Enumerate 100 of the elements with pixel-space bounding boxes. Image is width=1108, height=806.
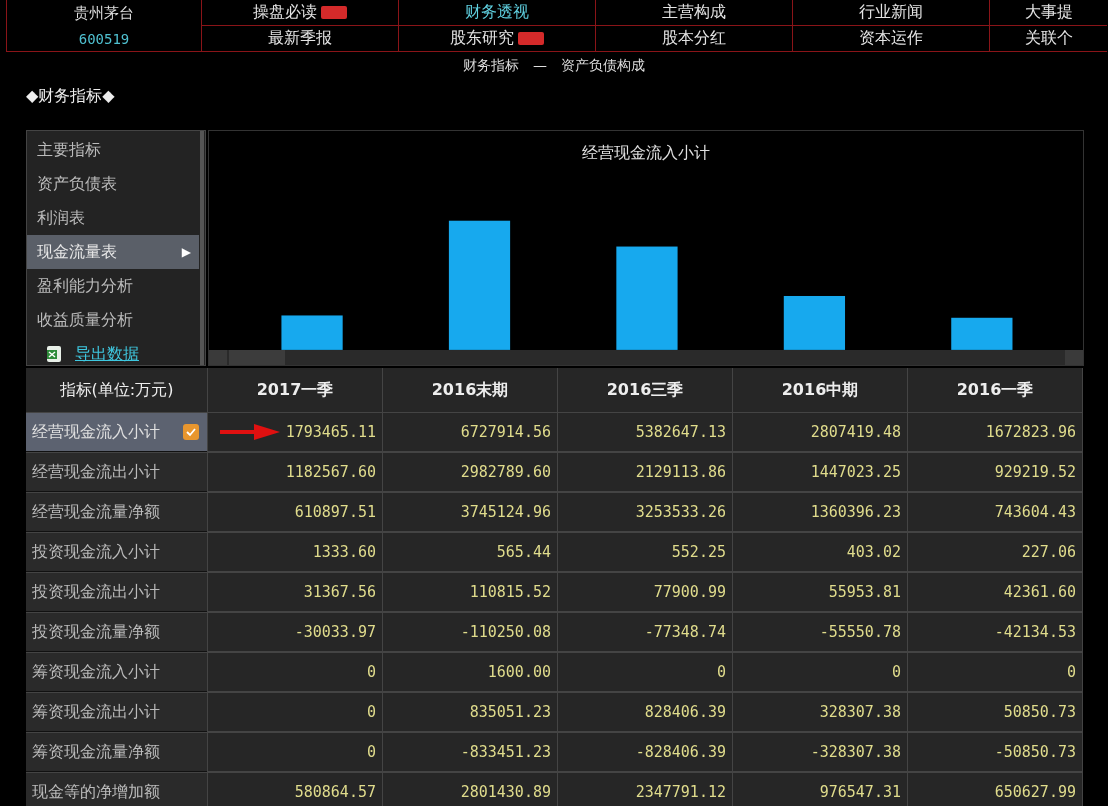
nav-tab[interactable]: 大事提 xyxy=(1024,2,1073,23)
row-label[interactable]: 筹资现金流量净额 xyxy=(26,733,207,772)
column-header: 2016中期 xyxy=(733,368,907,412)
table-cell: 2801430.89 xyxy=(460,783,551,801)
sidebar-item[interactable]: 资产负债表 xyxy=(27,167,199,201)
column-header: 2016一季 xyxy=(908,368,1082,412)
table-cell: 1672823.96 xyxy=(985,423,1076,441)
scroll-button[interactable] xyxy=(1065,349,1083,365)
table-cell: 0 xyxy=(891,663,901,681)
row-label-text: 筹资现金流出小计 xyxy=(32,701,160,723)
row-label[interactable]: 经营现金流出小计 xyxy=(26,453,207,492)
table-cell: 403.02 xyxy=(846,543,901,561)
row-label[interactable]: 投资现金流量净额 xyxy=(26,613,207,652)
table-cell: 2807419.48 xyxy=(810,423,901,441)
nav-tab[interactable]: 股东研究 xyxy=(450,28,544,49)
row-label[interactable]: 现金等的净增加额 xyxy=(26,773,207,806)
table-cell: -828406.39 xyxy=(635,743,726,761)
sidebar-item[interactable]: 现金流量表 ▶ xyxy=(27,235,199,269)
chart-bar xyxy=(783,295,846,350)
row-label-text: 投资现金流出小计 xyxy=(32,581,160,603)
table-cell: 828406.39 xyxy=(644,703,726,721)
table-cell: 1447023.25 xyxy=(810,463,901,481)
scroll-button[interactable] xyxy=(209,349,227,365)
table-cell: 1360396.23 xyxy=(810,503,901,521)
table-cell: 227.06 xyxy=(1021,543,1076,561)
table-cell: 31367.56 xyxy=(303,583,376,601)
table-cell: 0 xyxy=(366,703,376,721)
table-cell: 0 xyxy=(716,663,726,681)
table-cell: 77900.99 xyxy=(653,583,726,601)
table-cell: -30033.97 xyxy=(294,623,376,641)
table-cell: 743604.43 xyxy=(994,503,1076,521)
table-cell: -42134.53 xyxy=(994,623,1076,641)
table-cell: 0 xyxy=(366,663,376,681)
page-subtitle: 财务指标 — 资产负债构成 xyxy=(462,56,646,75)
sidebar-item[interactable]: 盈利能力分析 xyxy=(27,269,199,303)
table-cell: 2129113.86 xyxy=(635,463,726,481)
badge-icon xyxy=(321,6,347,19)
row-label-text: 经营现金流出小计 xyxy=(32,461,160,483)
table-cell: 6727914.56 xyxy=(460,423,551,441)
table-cell: 328307.38 xyxy=(819,703,901,721)
spreadsheet-icon xyxy=(45,345,63,363)
row-label-text: 投资现金流入小计 xyxy=(32,541,160,563)
table-cell: 1793465.11 xyxy=(285,423,376,441)
table-cell: -110250.08 xyxy=(460,623,551,641)
table-cell: -77348.74 xyxy=(644,623,726,641)
table-cell: 1600.00 xyxy=(487,663,551,681)
table-cell: 580864.57 xyxy=(294,783,376,801)
sidebar-item[interactable]: 利润表 xyxy=(27,201,199,235)
row-label[interactable]: 筹资现金流入小计 xyxy=(26,653,207,692)
table-cell: 3253533.26 xyxy=(635,503,726,521)
sidebar-item[interactable]: 主要指标 xyxy=(27,133,199,167)
nav-tab[interactable]: 主营构成 xyxy=(662,2,726,23)
table-cell: 2982789.60 xyxy=(460,463,551,481)
table-cell: 610897.51 xyxy=(294,503,376,521)
nav-tab[interactable]: 股本分红 xyxy=(662,28,726,49)
table-cell: 929219.52 xyxy=(994,463,1076,481)
row-label[interactable]: 经营现金流入小计 xyxy=(26,413,207,452)
column-header: 指标(单位:万元) xyxy=(26,368,207,412)
nav-tab[interactable]: 关联个 xyxy=(1024,28,1073,49)
table-cell: 42361.60 xyxy=(1003,583,1076,601)
nav-tab[interactable]: 最新季报 xyxy=(268,28,332,49)
chart-title: 经营现金流入小计 xyxy=(581,142,711,164)
scroll-thumb[interactable] xyxy=(229,349,285,365)
row-label[interactable]: 经营现金流量净额 xyxy=(26,493,207,532)
chart-bar xyxy=(951,317,1013,350)
table-cell: 976547.31 xyxy=(819,783,901,801)
table-cell: -55550.78 xyxy=(819,623,901,641)
table-cell: -328307.38 xyxy=(810,743,901,761)
nav-tab[interactable]: 操盘必读 xyxy=(253,2,347,23)
row-label-text: 投资现金流量净额 xyxy=(32,621,160,643)
column-header: 2016末期 xyxy=(383,368,557,412)
row-label[interactable]: 投资现金流出小计 xyxy=(26,573,207,612)
section-title: ◆财务指标◆ xyxy=(25,85,116,107)
table-cell: 552.25 xyxy=(671,543,726,561)
table-cell: 650627.99 xyxy=(994,783,1076,801)
badge-icon xyxy=(518,32,544,45)
table-cell: 1333.60 xyxy=(312,543,376,561)
row-label-text: 经营现金流量净额 xyxy=(32,501,160,523)
nav-tab[interactable]: 行业新闻 xyxy=(859,2,923,23)
table-cell: 110815.52 xyxy=(469,583,551,601)
scrollbar[interactable] xyxy=(200,131,204,365)
nav-tab[interactable]: 资本运作 xyxy=(859,28,923,49)
row-label[interactable]: 筹资现金流出小计 xyxy=(26,693,207,732)
table-cell: 55953.81 xyxy=(828,583,901,601)
table-cell: 3745124.96 xyxy=(460,503,551,521)
scrollbar[interactable] xyxy=(209,349,1083,365)
table-cell: -833451.23 xyxy=(460,743,551,761)
row-label-text: 筹资现金流量净额 xyxy=(32,741,160,763)
column-header: 2016三季 xyxy=(558,368,732,412)
stock-name: 贵州茅台 xyxy=(74,4,134,23)
row-label[interactable]: 投资现金流入小计 xyxy=(26,533,207,572)
stock-code: 600519 xyxy=(78,31,130,47)
table-cell: 0 xyxy=(366,743,376,761)
export-link[interactable]: 导出数据 xyxy=(75,343,139,365)
column-header: 2017一季 xyxy=(208,368,382,412)
table-cell: 835051.23 xyxy=(469,703,551,721)
sidebar-item[interactable]: 收益质量分析 xyxy=(27,303,199,337)
table-cell: 1182567.60 xyxy=(285,463,376,481)
chart-bar xyxy=(281,315,343,350)
nav-tab[interactable]: 财务透视 xyxy=(465,2,529,23)
